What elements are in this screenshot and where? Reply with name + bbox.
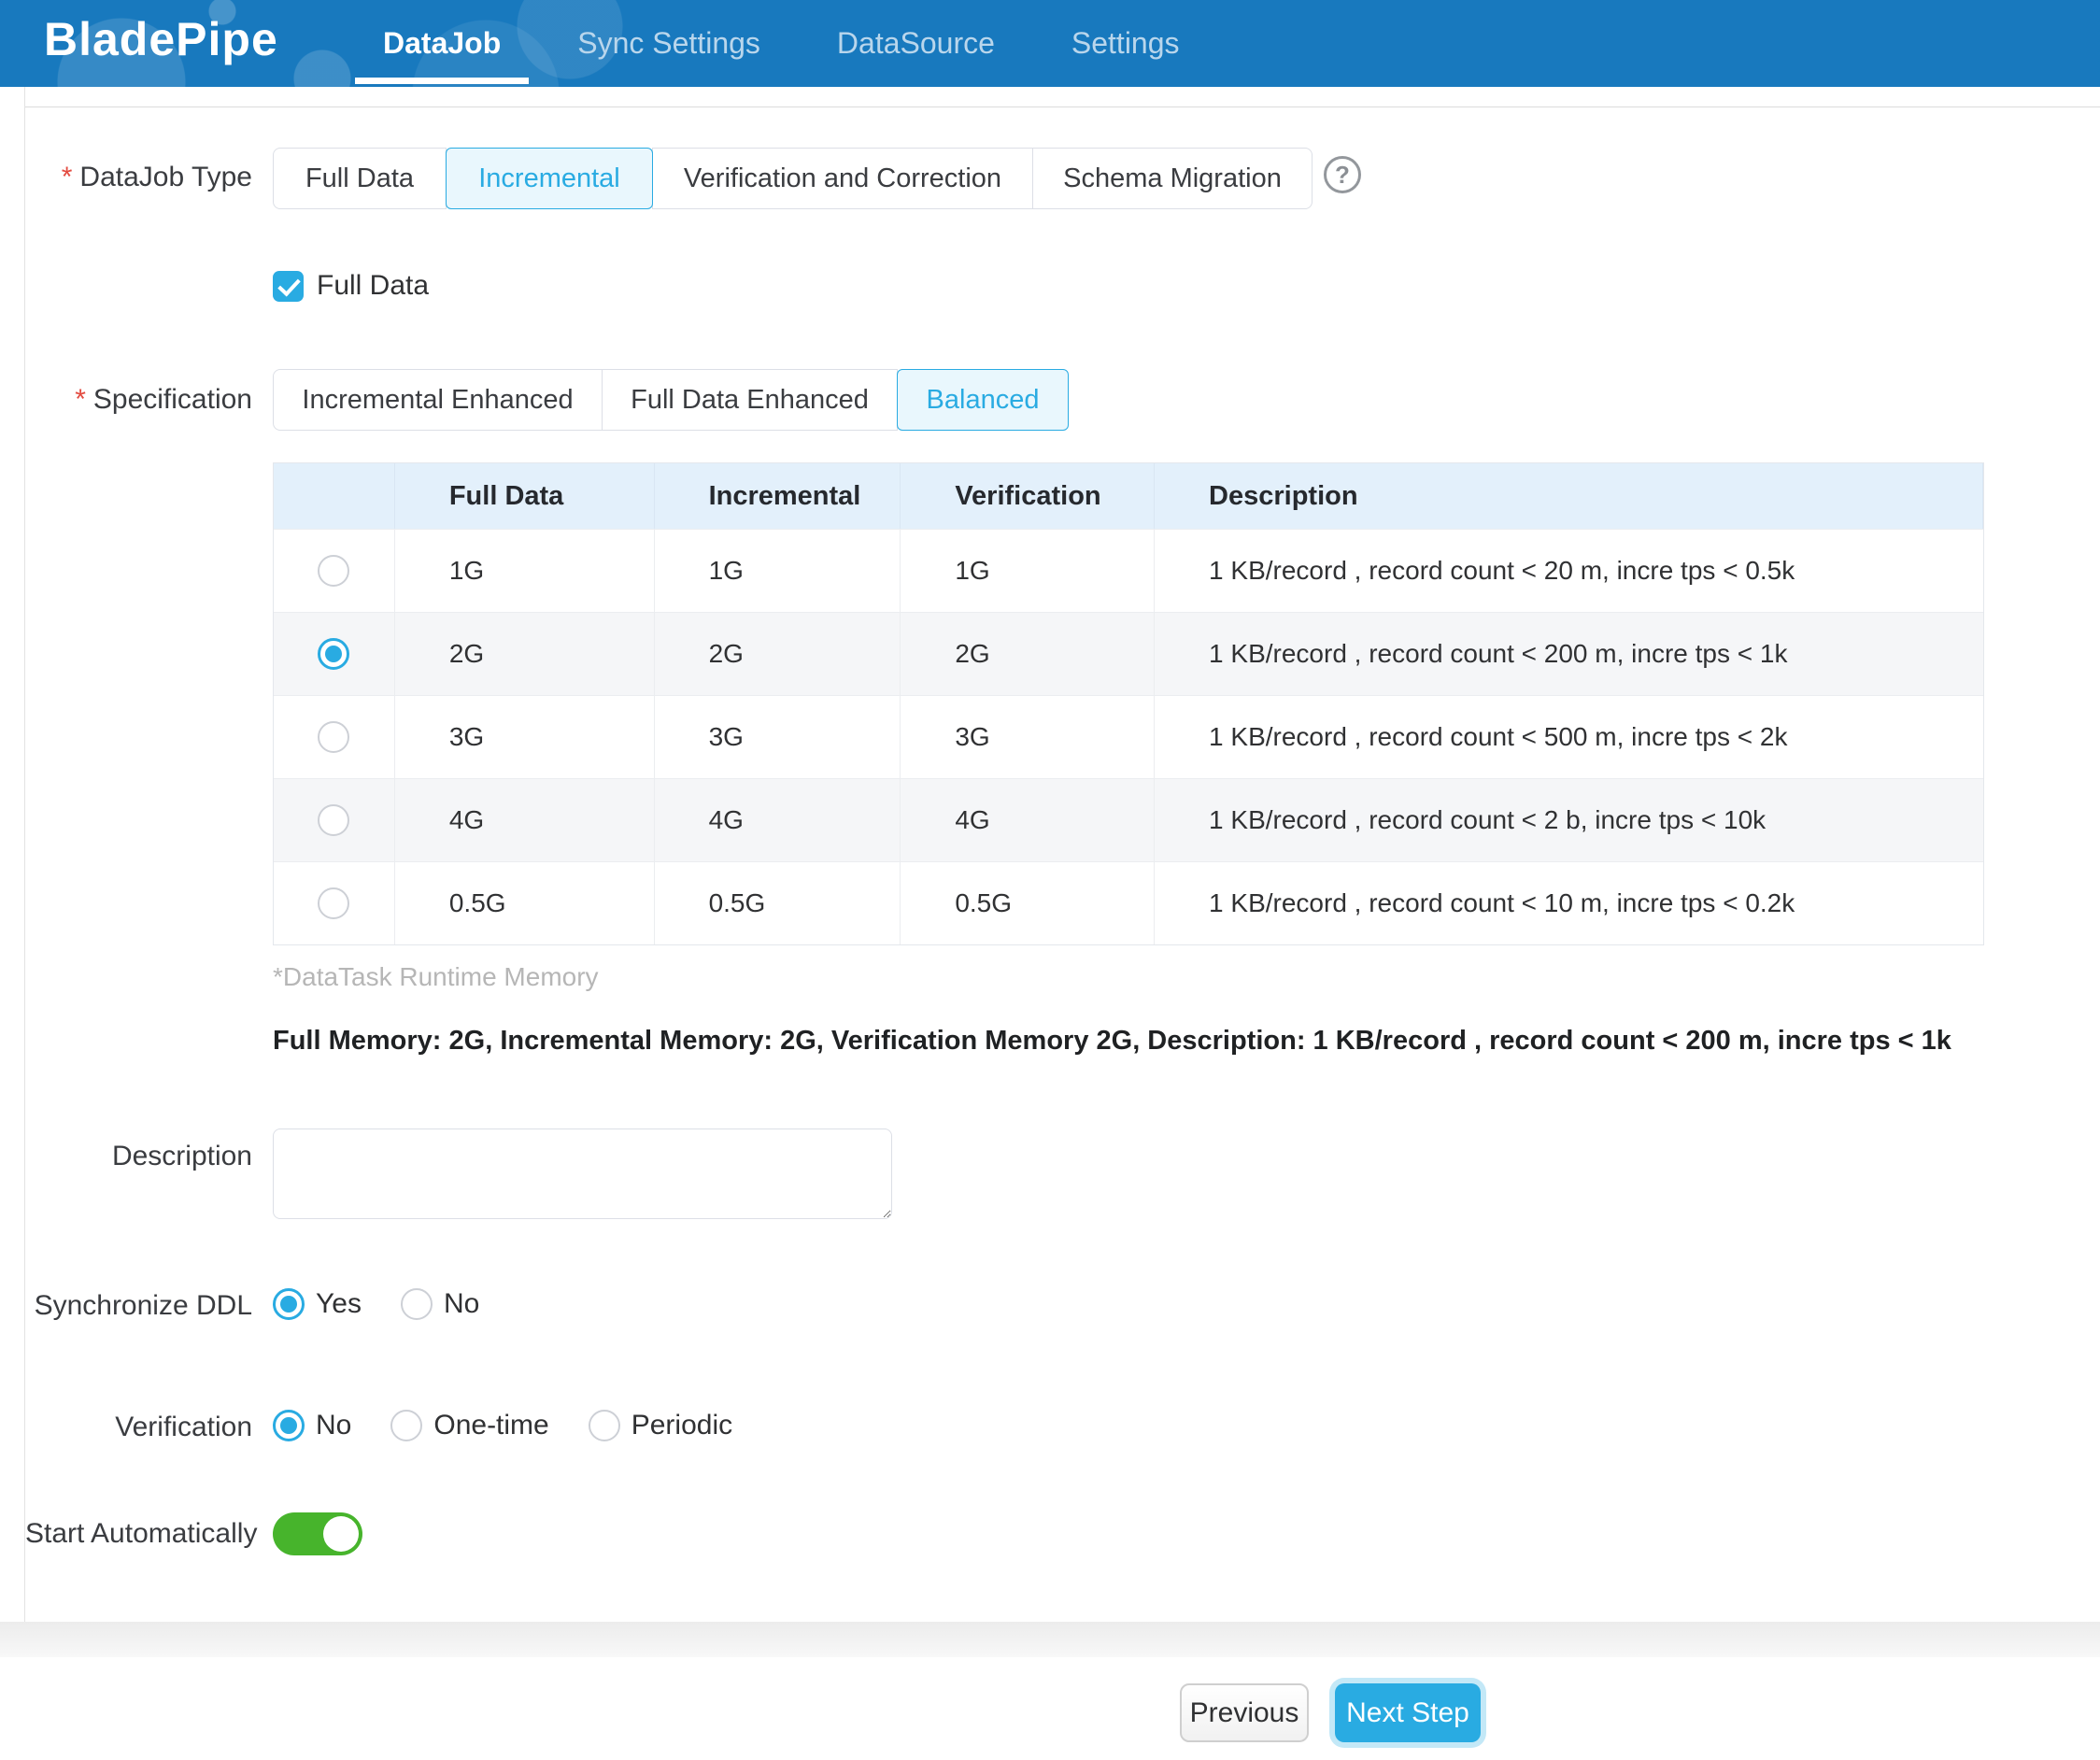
card-top-divider — [25, 106, 2100, 107]
nav-tabs: DataJob Sync Settings DataSource Setting… — [374, 0, 1189, 87]
spec-cell: 1G — [395, 530, 655, 612]
datajob-type-option-full-data[interactable]: Full Data — [273, 148, 447, 209]
description-label: Description — [25, 1141, 252, 1172]
spec-header-verification: Verification — [901, 463, 1155, 529]
full-data-checkbox-row: Full Data — [273, 270, 429, 302]
spec-row-radio[interactable] — [318, 555, 349, 587]
nav-tab-datasource[interactable]: DataSource — [828, 0, 1004, 87]
description-textarea[interactable] — [273, 1128, 892, 1219]
spec-cell: 1 KB/record , record count < 10 m, incre… — [1155, 862, 1983, 944]
spec-row-2g[interactable]: 2G 2G 2G 1 KB/record , record count < 20… — [274, 612, 1983, 695]
next-step-button[interactable]: Next Step — [1335, 1683, 1481, 1742]
selection-summary: Full Memory: 2G, Incremental Memory: 2G,… — [273, 1026, 1992, 1057]
nav-tab-label: DataSource — [837, 26, 995, 61]
spec-cell: 0.5G — [901, 862, 1155, 944]
spec-cell: 4G — [901, 779, 1155, 861]
verification-one-time-radio[interactable] — [390, 1410, 422, 1441]
card-shadow-band — [0, 1622, 2100, 1657]
synchronize-ddl-group: Yes No — [273, 1285, 479, 1323]
datajob-type-option-verification-and-correction[interactable]: Verification and Correction — [652, 148, 1033, 209]
spec-cell: 4G — [395, 779, 655, 861]
spec-cell: 2G — [395, 613, 655, 695]
full-data-checkbox[interactable] — [273, 271, 304, 302]
spec-row-05g[interactable]: 0.5G 0.5G 0.5G 1 KB/record , record coun… — [274, 861, 1983, 944]
spec-header-incremental: Incremental — [655, 463, 901, 529]
specification-option-full-data-enhanced[interactable]: Full Data Enhanced — [602, 369, 898, 431]
previous-button[interactable]: Previous — [1180, 1683, 1309, 1742]
spec-row-radio[interactable] — [318, 721, 349, 753]
spec-cell: 4G — [655, 779, 901, 861]
verification-periodic-radio[interactable] — [589, 1410, 620, 1441]
verification-group: No One-time Periodic — [273, 1407, 732, 1444]
spec-cell: 1 KB/record , record count < 2 b, incre … — [1155, 779, 1983, 861]
brand-logo[interactable]: BladePipe — [44, 12, 278, 66]
spec-row-radio[interactable] — [318, 804, 349, 836]
spec-cell: 3G — [395, 696, 655, 778]
spec-row-1g[interactable]: 1G 1G 1G 1 KB/record , record count < 20… — [274, 529, 1983, 612]
verification-no-radio[interactable] — [273, 1410, 305, 1441]
verification-label: Verification — [25, 1412, 252, 1443]
help-icon[interactable]: ? — [1324, 156, 1361, 193]
datajob-type-group: Full Data Incremental Verification and C… — [273, 148, 1312, 209]
datajob-type-label: *DataJob Type — [25, 162, 252, 193]
spec-header-radio-col — [274, 463, 395, 529]
specification-option-incremental-enhanced[interactable]: Incremental Enhanced — [273, 369, 603, 431]
spec-cell: 1 KB/record , record count < 500 m, incr… — [1155, 696, 1983, 778]
spec-row-radio-checked[interactable] — [318, 638, 349, 670]
nav-tab-label: DataJob — [383, 26, 501, 61]
synchronize-ddl-no-label: No — [444, 1288, 479, 1320]
verification-periodic-label: Periodic — [631, 1410, 732, 1441]
spec-header-description: Description — [1155, 463, 1983, 529]
specification-option-balanced[interactable]: Balanced — [897, 369, 1069, 431]
nav-tab-settings[interactable]: Settings — [1062, 0, 1189, 87]
synchronize-ddl-label: Synchronize DDL — [25, 1290, 252, 1322]
toggle-knob — [323, 1516, 359, 1552]
spec-row-3g[interactable]: 3G 3G 3G 1 KB/record , record count < 50… — [274, 695, 1983, 778]
spec-cell: 3G — [655, 696, 901, 778]
spec-cell: 1 KB/record , record count < 200 m, incr… — [1155, 613, 1983, 695]
synchronize-ddl-yes-label: Yes — [316, 1288, 362, 1320]
spec-cell: 2G — [901, 613, 1155, 695]
spec-cell: 1G — [655, 530, 901, 612]
specification-group: Incremental Enhanced Full Data Enhanced … — [273, 369, 1069, 431]
specification-label: *Specification — [25, 384, 252, 416]
datatask-runtime-memory-note: *DataTask Runtime Memory — [273, 962, 599, 992]
verification-no-label: No — [316, 1410, 351, 1441]
start-automatically-label: Start Automatically — [25, 1518, 252, 1550]
synchronize-ddl-yes-radio[interactable] — [273, 1288, 305, 1320]
synchronize-ddl-no-radio[interactable] — [401, 1288, 433, 1320]
start-automatically-toggle[interactable] — [273, 1512, 362, 1555]
spec-cell: 3G — [901, 696, 1155, 778]
spec-cell: 0.5G — [395, 862, 655, 944]
datajob-type-option-incremental[interactable]: Incremental — [446, 148, 653, 209]
nav-tab-label: Sync Settings — [577, 26, 760, 61]
spec-table-header: Full Data Incremental Verification Descr… — [274, 463, 1983, 529]
spec-cell: 0.5G — [655, 862, 901, 944]
spec-cell: 1G — [901, 530, 1155, 612]
top-nav: BladePipe DataJob Sync Settings DataSour… — [0, 0, 2100, 87]
spec-cell: 1 KB/record , record count < 20 m, incre… — [1155, 530, 1983, 612]
datajob-form-card: *DataJob Type Full Data Incremental Veri… — [24, 87, 2100, 1623]
required-asterisk: * — [75, 384, 86, 415]
spec-cell: 2G — [655, 613, 901, 695]
spec-row-4g[interactable]: 4G 4G 4G 1 KB/record , record count < 2 … — [274, 778, 1983, 861]
nav-tab-datajob[interactable]: DataJob — [374, 0, 510, 87]
required-asterisk: * — [62, 162, 73, 192]
nav-tab-sync-settings[interactable]: Sync Settings — [568, 0, 770, 87]
nav-tab-label: Settings — [1071, 26, 1180, 61]
spec-row-radio[interactable] — [318, 887, 349, 919]
spec-header-full-data: Full Data — [395, 463, 655, 529]
datajob-type-option-schema-migration[interactable]: Schema Migration — [1032, 148, 1312, 209]
full-data-checkbox-label: Full Data — [317, 270, 429, 302]
verification-one-time-label: One-time — [433, 1410, 548, 1441]
spec-table: Full Data Incremental Verification Descr… — [273, 462, 1984, 945]
